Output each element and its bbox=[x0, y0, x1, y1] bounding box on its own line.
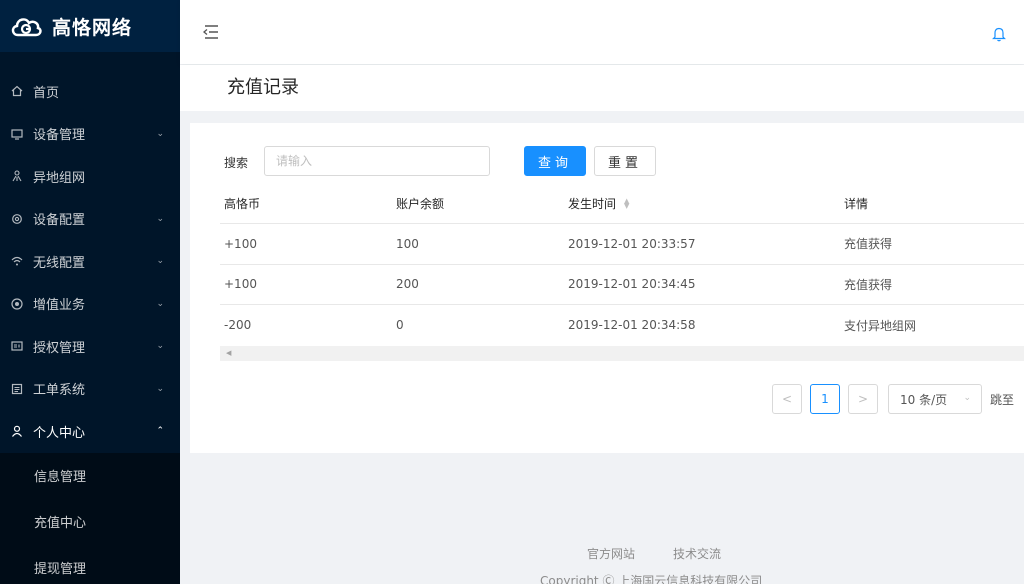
brand-name: 高恪网络 bbox=[52, 16, 133, 39]
license-icon bbox=[11, 340, 23, 352]
submenu-item-recharge[interactable]: 充值中心 bbox=[0, 499, 180, 545]
recharge-table: 高恪币 账户余额 发生时间 ▲ ▼ 详情 +100 100 2019-12-01 2… bbox=[220, 183, 1024, 361]
submenu-item-info[interactable]: 信息管理 bbox=[0, 453, 180, 499]
table-row: +100 100 2019-12-01 20:33:57 充值获得 bbox=[220, 224, 1024, 265]
value-added-icon bbox=[11, 298, 23, 310]
scroll-left-arrow-icon[interactable]: ◀ bbox=[226, 349, 231, 357]
ticket-icon bbox=[11, 383, 23, 395]
sidebar: 高恪网络 首页 设备管理 ⌄ 异地组网 设备配置 ⌄ 无线配置 ⌄ 增值业务 ⌄… bbox=[0, 0, 180, 584]
sidebar-item-device-config[interactable]: 设备配置 ⌄ bbox=[0, 198, 180, 241]
cell-coins: +100 bbox=[224, 236, 257, 251]
sort-icon[interactable]: ▲ ▼ bbox=[624, 198, 629, 210]
cell-time: 2019-12-01 20:33:57 bbox=[568, 236, 696, 251]
logo[interactable]: 高恪网络 bbox=[0, 0, 180, 52]
content-card: 搜索 查询 重置 高恪币 账户余额 发生时间 ▲▼ 详情 +100 100 201… bbox=[190, 123, 1024, 453]
footer-link-tech-exchange[interactable]: 技术交流 bbox=[673, 545, 721, 562]
sidebar-item-label: 异地组网 bbox=[33, 170, 86, 186]
footer-link-official-site[interactable]: 官方网站 bbox=[587, 545, 635, 562]
settings-icon bbox=[11, 213, 23, 225]
table-row: +100 200 2019-12-01 20:34:45 充值获得 bbox=[220, 265, 1024, 305]
cell-detail: 充值获得 bbox=[844, 237, 893, 252]
cell-balance: 0 bbox=[396, 318, 404, 333]
chevron-down-icon: ⌄ bbox=[156, 213, 164, 224]
page-title: 充值记录 bbox=[227, 77, 299, 98]
sidebar-item-label: 增值业务 bbox=[33, 298, 86, 314]
sidebar-item-label: 授权管理 bbox=[33, 340, 86, 356]
reset-button[interactable]: 重置 bbox=[594, 146, 656, 176]
cell-balance: 200 bbox=[396, 277, 419, 292]
sidebar-item-label: 个人中心 bbox=[33, 425, 86, 441]
sidebar-item-ticket[interactable]: 工单系统 ⌄ bbox=[0, 368, 180, 411]
monitor-icon bbox=[11, 128, 23, 140]
chevron-down-icon: ⌄ bbox=[156, 298, 164, 309]
column-header-coins: 高恪币 bbox=[224, 196, 261, 211]
cloud-logo-icon bbox=[10, 10, 42, 42]
horizontal-scrollbar[interactable]: ◀ bbox=[220, 345, 1024, 361]
prev-page-button[interactable]: < bbox=[772, 384, 802, 414]
page-header: 充值记录 bbox=[180, 65, 1024, 111]
next-page-button[interactable]: > bbox=[848, 384, 878, 414]
cell-coins: -200 bbox=[224, 318, 252, 333]
menu-fold-icon[interactable] bbox=[202, 24, 220, 40]
column-header-balance: 账户余额 bbox=[396, 196, 445, 211]
sidebar-item-license[interactable]: 授权管理 ⌄ bbox=[0, 325, 180, 368]
page-number-button[interactable]: 1 bbox=[810, 384, 840, 414]
search-input[interactable] bbox=[264, 146, 490, 176]
chevron-down-icon: ⌄ bbox=[156, 383, 164, 394]
sidebar-item-label: 工单系统 bbox=[33, 383, 86, 399]
cell-balance: 100 bbox=[396, 236, 419, 251]
chevron-down-icon: ⌄ bbox=[156, 341, 164, 352]
sidebar-item-label: 首页 bbox=[33, 85, 60, 101]
sidebar-item-device-management[interactable]: 设备管理 ⌄ bbox=[0, 113, 180, 156]
pagination: < 1 > 10 条/页 ⌄ 跳至 bbox=[772, 384, 1014, 414]
home-icon bbox=[11, 85, 23, 97]
cell-detail: 充值获得 bbox=[844, 277, 893, 292]
cell-coins: +100 bbox=[224, 277, 257, 292]
page-size-select[interactable]: 10 条/页 ⌄ bbox=[888, 384, 982, 414]
footer-links: 官方网站 技术交流 bbox=[587, 545, 721, 562]
user-icon bbox=[11, 425, 23, 438]
column-header-time[interactable]: 发生时间 ▲ ▼ bbox=[568, 195, 629, 212]
chevron-up-icon: ⌃ bbox=[156, 426, 164, 437]
table-header: 高恪币 账户余额 发生时间 ▲ ▼ 详情 bbox=[220, 183, 1024, 224]
submenu-item-withdraw[interactable]: 提现管理 bbox=[0, 545, 180, 584]
copyright: Copyright Ⓒ 上海国云信息科技有限公司 bbox=[540, 574, 763, 584]
network-icon bbox=[11, 170, 23, 182]
sidebar-item-wireless-config[interactable]: 无线配置 ⌄ bbox=[0, 240, 180, 283]
sidebar-item-home[interactable]: 首页 bbox=[0, 70, 180, 113]
jump-label: 跳至 bbox=[990, 392, 1015, 407]
chevron-down-icon: ⌄ bbox=[156, 128, 164, 139]
wifi-icon bbox=[11, 255, 23, 267]
page-size-value: 10 条/页 bbox=[900, 392, 948, 407]
personal-center-submenu: 信息管理 充值中心 提现管理 bbox=[0, 452, 180, 584]
table-row: -200 0 2019-12-01 20:34:58 支付异地组网 bbox=[220, 305, 1024, 346]
top-header bbox=[180, 0, 1024, 64]
column-header-time-label: 发生时间 bbox=[568, 196, 617, 211]
column-header-detail: 详情 bbox=[844, 196, 869, 211]
sidebar-item-value-added[interactable]: 增值业务 ⌄ bbox=[0, 283, 180, 326]
cell-detail: 支付异地组网 bbox=[844, 318, 917, 333]
sidebar-item-remote-network[interactable]: 异地组网 bbox=[0, 155, 180, 198]
cell-time: 2019-12-01 20:34:58 bbox=[568, 318, 696, 333]
chevron-down-icon: ⌄ bbox=[963, 393, 971, 403]
cell-time: 2019-12-01 20:34:45 bbox=[568, 277, 696, 292]
sidebar-item-personal-center[interactable]: 个人中心 ⌃ bbox=[0, 410, 180, 453]
chevron-down-icon: ⌄ bbox=[156, 256, 164, 267]
sidebar-item-label: 无线配置 bbox=[33, 255, 86, 271]
query-button[interactable]: 查询 bbox=[524, 146, 586, 176]
search-label: 搜索 bbox=[224, 156, 249, 170]
sidebar-item-label: 设备管理 bbox=[33, 128, 86, 144]
sidebar-menu: 首页 设备管理 ⌄ 异地组网 设备配置 ⌄ 无线配置 ⌄ 增值业务 ⌄ 授权管理… bbox=[0, 70, 180, 584]
sidebar-item-label: 设备配置 bbox=[33, 213, 86, 229]
bell-icon[interactable] bbox=[992, 26, 1006, 42]
